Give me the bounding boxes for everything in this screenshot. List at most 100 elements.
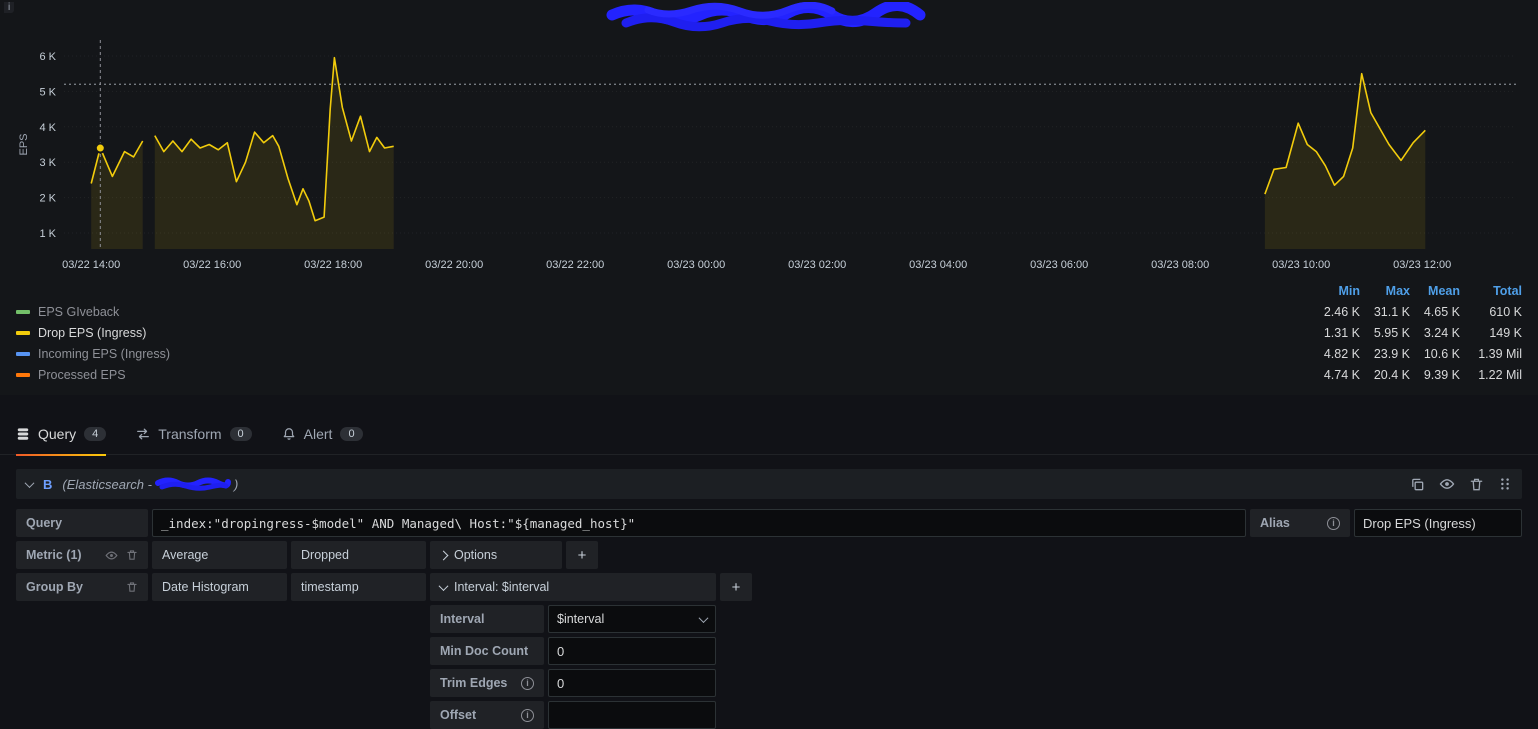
interval-select[interactable]: $interval — [548, 605, 716, 633]
query-field-row: Query Alias i — [16, 509, 1522, 537]
alias-label-text: Alias — [1260, 516, 1290, 530]
offset-row: Offset i — [430, 701, 1522, 729]
query-ref-letter: B — [43, 476, 53, 492]
svg-text:4 K: 4 K — [39, 122, 56, 134]
interval-section-toggle[interactable]: Interval: $interval — [430, 573, 716, 601]
svg-text:03/22 16:00: 03/22 16:00 — [183, 259, 241, 271]
alias-info-icon[interactable]: i — [1327, 516, 1340, 530]
groupby-label-text: Group By — [26, 580, 83, 594]
query-editor-form: Query Alias i Metric (1) — [0, 509, 1538, 729]
datasource-suffix: ) — [233, 476, 239, 492]
chevron-right-icon — [438, 550, 449, 560]
series-swatch — [16, 330, 30, 335]
tab-alert-label: Alert — [303, 425, 333, 442]
add-metric-button[interactable]: + — [566, 541, 598, 569]
alias-label: Alias i — [1250, 509, 1350, 537]
groupby-field-select[interactable]: timestamp — [291, 573, 426, 601]
tab-transform-label: Transform — [158, 425, 222, 442]
svg-text:03/22 18:00: 03/22 18:00 — [304, 259, 362, 271]
svg-text:03/23 06:00: 03/23 06:00 — [1030, 259, 1088, 271]
metric-label-text: Metric (1) — [26, 548, 82, 562]
duplicate-query-icon[interactable] — [1410, 477, 1425, 492]
trim-edges-label: Trim Edges i — [430, 669, 544, 697]
tab-query-label: Query — [38, 425, 77, 442]
legend-mean: 4.65 K — [1423, 304, 1460, 319]
legend-max: 23.9 K — [1373, 346, 1410, 361]
groupby-type-select[interactable]: Date Histogram — [152, 573, 287, 601]
legend-total: 1.39 Mil — [1478, 346, 1522, 361]
database-icon — [16, 427, 30, 441]
series-swatch — [16, 372, 30, 377]
legend-series-name[interactable]: Processed EPS — [38, 368, 126, 382]
legend-series-name[interactable]: Incoming EPS (Ingress) — [38, 347, 170, 361]
legend-header-min[interactable]: Min — [1310, 284, 1360, 298]
query-row-header[interactable]: B (Elasticsearch - ) — [16, 469, 1522, 499]
interval-header-text: Interval: $interval — [454, 580, 550, 594]
svg-text:03/23 02:00: 03/23 02:00 — [788, 259, 846, 271]
svg-text:2 K: 2 K — [39, 193, 56, 205]
offset-label-text: Offset — [440, 708, 477, 722]
legend-series-name[interactable]: EPS GIveback — [38, 305, 119, 319]
metric-row-label: Metric (1) — [16, 541, 148, 569]
svg-text:03/22 14:00: 03/22 14:00 — [62, 259, 120, 271]
redacted-datasource-scribble — [154, 477, 231, 491]
legend-series-name[interactable]: Drop EPS (Ingress) — [38, 326, 146, 340]
datasource-prefix: (Elasticsearch - — [62, 476, 152, 492]
legend-header-total[interactable]: Total — [1460, 284, 1522, 298]
panel-header: i — [4, 0, 1522, 34]
datasource-label: (Elasticsearch - ) — [62, 477, 238, 492]
legend-max: 31.1 K — [1373, 304, 1410, 319]
legend-total: 610 K — [1489, 304, 1522, 319]
metric-field-select[interactable]: Dropped — [291, 541, 426, 569]
metric-visibility-eye-icon[interactable] — [105, 549, 118, 562]
groupby-row: Group By Date Histogram timestamp Interv… — [16, 573, 1522, 601]
offset-input[interactable] — [548, 701, 716, 729]
eps-timeseries-chart[interactable]: EPS 1 K 2 K 3 K 4 K 5 K 6 K 03/22 14:00 03/22 16… — [16, 34, 1522, 274]
legend-row: Processed EPS 4.74 K 20.4 K 9.39 K 1.22 … — [16, 364, 1522, 385]
chevron-down-icon — [438, 580, 449, 591]
metric-row: Metric (1) Average Dropped Options + — [16, 541, 1522, 569]
delete-query-trash-icon[interactable] — [1469, 477, 1484, 492]
svg-text:03/23 00:00: 03/23 00:00 — [667, 259, 725, 271]
interval-select-value: $interval — [557, 612, 605, 626]
alias-input[interactable] — [1354, 509, 1522, 537]
trim-edges-info-icon[interactable]: i — [521, 676, 534, 690]
tab-alert[interactable]: Alert 0 — [282, 413, 363, 455]
interval-setting-row: Interval $interval — [430, 605, 1522, 633]
trim-edges-label-text: Trim Edges — [440, 676, 508, 690]
legend-mean: 9.39 K — [1423, 367, 1460, 382]
legend-table: Min Max Mean Total EPS GIveback 2.46 K 3… — [16, 280, 1522, 395]
tab-transform[interactable]: Transform 0 — [136, 413, 252, 455]
query-row-actions — [1410, 476, 1512, 492]
query-field-label: Query — [16, 509, 148, 537]
legend-row: Incoming EPS (Ingress) 4.82 K 23.9 K 10.… — [16, 343, 1522, 364]
metric-aggregation-select[interactable]: Average — [152, 541, 287, 569]
legend-header-mean[interactable]: Mean — [1410, 284, 1460, 298]
drag-handle-grip-icon[interactable] — [1498, 477, 1512, 491]
add-groupby-button[interactable]: + — [720, 573, 752, 601]
legend-header-max[interactable]: Max — [1360, 284, 1410, 298]
offset-label: Offset i — [430, 701, 544, 729]
tab-query[interactable]: Query 4 — [16, 413, 107, 456]
toggle-visibility-eye-icon[interactable] — [1439, 476, 1455, 492]
trim-edges-input[interactable] — [548, 669, 716, 697]
tab-alert-count: 0 — [340, 426, 363, 441]
panel-info-icon[interactable]: i — [4, 2, 15, 13]
metric-delete-trash-icon[interactable] — [126, 549, 138, 561]
legend-total: 149 K — [1489, 325, 1522, 340]
query-input[interactable] — [152, 509, 1246, 537]
offset-info-icon[interactable]: i — [521, 708, 534, 722]
legend-mean: 10.6 K — [1423, 346, 1460, 361]
legend-min: 1.31 K — [1323, 325, 1360, 340]
collapse-chevron-icon[interactable] — [24, 477, 35, 488]
metric-options-toggle[interactable]: Options — [430, 541, 562, 569]
svg-text:03/23 04:00: 03/23 04:00 — [909, 259, 967, 271]
min-doc-count-input[interactable] — [548, 637, 716, 665]
groupby-delete-trash-icon[interactable] — [126, 581, 138, 593]
interval-setting-label: Interval — [430, 605, 544, 633]
legend-mean: 3.24 K — [1423, 325, 1460, 340]
svg-text:03/23 12:00: 03/23 12:00 — [1393, 259, 1451, 271]
legend-row: EPS GIveback 2.46 K 31.1 K 4.65 K 610 K — [16, 301, 1522, 322]
series-swatch — [16, 309, 30, 314]
swap-arrows-icon — [136, 427, 150, 441]
